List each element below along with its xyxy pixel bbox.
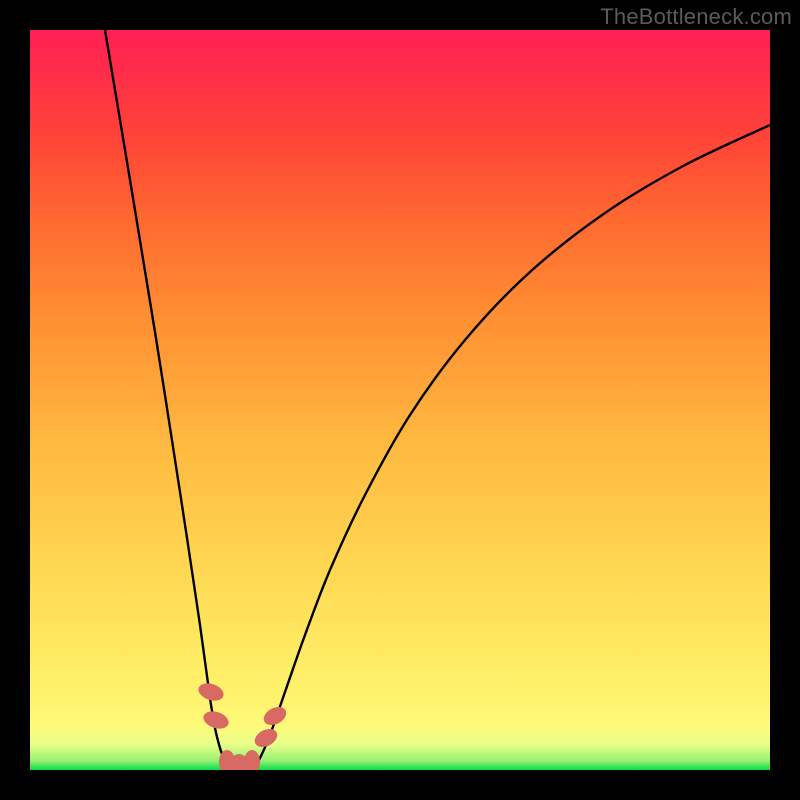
- chart-svg: [30, 30, 770, 770]
- marker-bottom-3: [244, 750, 260, 770]
- marker-left-lower: [201, 708, 231, 731]
- marker-left-upper: [196, 680, 226, 703]
- watermark-text: TheBottleneck.com: [600, 4, 792, 30]
- markers-group: [196, 680, 289, 770]
- plot-frame: [30, 30, 770, 770]
- curve-right-branch: [254, 125, 770, 767]
- curve-left-branch: [105, 30, 227, 767]
- marker-right-upper: [261, 703, 290, 728]
